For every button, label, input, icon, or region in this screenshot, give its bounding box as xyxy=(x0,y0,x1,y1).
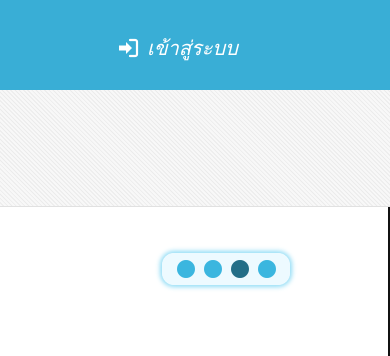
top-bar: เข้าสู่ระบบ xyxy=(0,0,390,90)
loading-dot xyxy=(257,260,276,278)
pattern-banner xyxy=(0,90,390,207)
login-label: เข้าสู่ระบบ xyxy=(147,36,238,60)
login-link[interactable]: เข้าสู่ระบบ xyxy=(117,34,238,62)
loading-dot-active xyxy=(230,260,249,278)
loading-dot xyxy=(176,260,195,278)
loading-dot xyxy=(203,260,222,278)
loading-indicator xyxy=(162,253,290,285)
sign-in-icon xyxy=(117,37,139,59)
